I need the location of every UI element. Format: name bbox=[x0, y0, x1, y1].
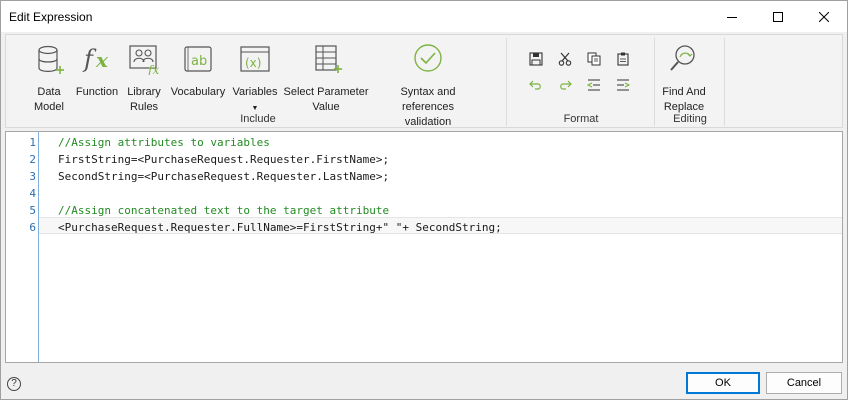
close-icon bbox=[819, 11, 829, 22]
variables-dropdown-icon: ▼ bbox=[251, 105, 259, 112]
line-number: 4 bbox=[29, 187, 36, 200]
line-number-gutter: 1 2 3 4 5 6 bbox=[6, 132, 38, 362]
data-model-button[interactable]: Data Model bbox=[28, 39, 70, 113]
function-button[interactable]: f x Function bbox=[74, 39, 120, 113]
maximize-icon bbox=[773, 11, 783, 22]
redo-button[interactable] bbox=[555, 75, 575, 95]
edit-expression-dialog: Edit Expression Data Model f x Function … bbox=[0, 0, 848, 400]
variables-text: Variables bbox=[232, 86, 278, 98]
find-and-replace-label: Find And Replace bbox=[662, 86, 706, 113]
function-fx-icon: f x bbox=[82, 45, 109, 73]
ribbon-separator bbox=[724, 38, 725, 126]
vocabulary-button[interactable]: ab Vocabulary bbox=[168, 39, 228, 113]
code-line: SecondString=<PurchaseRequest.Requester.… bbox=[58, 170, 390, 183]
outdent-icon bbox=[587, 79, 600, 91]
svg-text:f: f bbox=[82, 45, 97, 73]
undo-icon bbox=[529, 80, 541, 90]
indent-icon bbox=[617, 79, 630, 91]
help-icon: ? bbox=[11, 378, 17, 389]
variables-label: Variables ▼ bbox=[232, 85, 278, 115]
indent-button[interactable] bbox=[613, 75, 633, 95]
outdent-button[interactable] bbox=[584, 75, 604, 95]
cut-button[interactable] bbox=[555, 49, 575, 69]
redo-icon bbox=[560, 80, 572, 90]
editing-group-label: Editing bbox=[673, 113, 707, 125]
vocabulary-label: Vocabulary bbox=[170, 86, 226, 98]
include-group-label: Include bbox=[240, 113, 276, 125]
ribbon-toolbar: Data Model f x Function fx Library Rules bbox=[5, 34, 843, 128]
variables-icon: (x) bbox=[240, 46, 270, 72]
window-title: Edit Expression bbox=[9, 10, 93, 24]
copy-button[interactable] bbox=[584, 49, 604, 69]
paste-button[interactable] bbox=[613, 49, 633, 69]
database-icon bbox=[38, 45, 64, 74]
ok-button[interactable]: OK bbox=[686, 372, 760, 394]
check-circle-icon bbox=[414, 44, 442, 72]
copy-icon bbox=[587, 52, 601, 66]
library-rules-icon: fx bbox=[129, 45, 159, 75]
line-number: 3 bbox=[29, 170, 36, 183]
function-label: Function bbox=[75, 86, 119, 98]
data-model-label: Data Model bbox=[34, 86, 64, 113]
svg-text:fx: fx bbox=[147, 63, 159, 75]
library-rules-label: Library Rules bbox=[127, 86, 161, 113]
ribbon-separator bbox=[654, 38, 655, 126]
scissors-icon bbox=[558, 52, 572, 66]
title-bar: Edit Expression bbox=[1, 1, 847, 32]
save-button[interactable] bbox=[526, 49, 546, 69]
help-button[interactable]: ? bbox=[7, 377, 21, 391]
variables-button[interactable]: (x) Variables ▼ bbox=[232, 39, 278, 113]
select-parameter-value-button[interactable]: Select Parameter Value bbox=[283, 39, 369, 113]
expression-editor[interactable]: 1 2 3 4 5 6 //Assign attributes to varia… bbox=[5, 131, 843, 363]
library-rules-button[interactable]: fx Library Rules bbox=[124, 39, 164, 113]
vocabulary-icon: ab bbox=[184, 46, 212, 72]
undo-button[interactable] bbox=[526, 75, 546, 95]
syntax-validation-label: Syntax and references validation bbox=[400, 86, 456, 128]
code-line: //Assign attributes to variables bbox=[58, 136, 270, 149]
find-and-replace-button[interactable]: Find And Replace bbox=[658, 39, 710, 113]
close-button[interactable] bbox=[801, 1, 847, 32]
syntax-validation-button[interactable]: Syntax and references validation bbox=[374, 39, 482, 128]
svg-text:ab: ab bbox=[191, 54, 207, 69]
line-number: 5 bbox=[29, 204, 36, 217]
code-line: //Assign concatenated text to the target… bbox=[58, 204, 390, 217]
svg-text:(x): (x) bbox=[245, 56, 261, 70]
save-icon bbox=[529, 52, 543, 66]
gutter-divider bbox=[38, 132, 39, 362]
minimize-button[interactable] bbox=[709, 1, 755, 32]
line-number: 2 bbox=[29, 153, 36, 166]
line-number: 6 bbox=[29, 221, 36, 234]
code-line: FirstString=<PurchaseRequest.Requester.F… bbox=[58, 153, 390, 166]
line-number: 1 bbox=[29, 136, 36, 149]
ribbon-separator bbox=[506, 38, 507, 126]
clipboard-icon bbox=[617, 52, 629, 66]
format-group-label: Format bbox=[563, 113, 599, 125]
parameter-table-icon bbox=[315, 45, 342, 73]
find-replace-icon bbox=[670, 45, 695, 71]
minimize-icon bbox=[727, 16, 737, 18]
svg-text:x: x bbox=[95, 48, 109, 72]
select-parameter-value-label: Select Parameter Value bbox=[283, 86, 369, 113]
cancel-button[interactable]: Cancel bbox=[766, 372, 842, 394]
maximize-button[interactable] bbox=[755, 1, 801, 32]
code-line: <PurchaseRequest.Requester.FullName>=Fir… bbox=[58, 221, 502, 234]
